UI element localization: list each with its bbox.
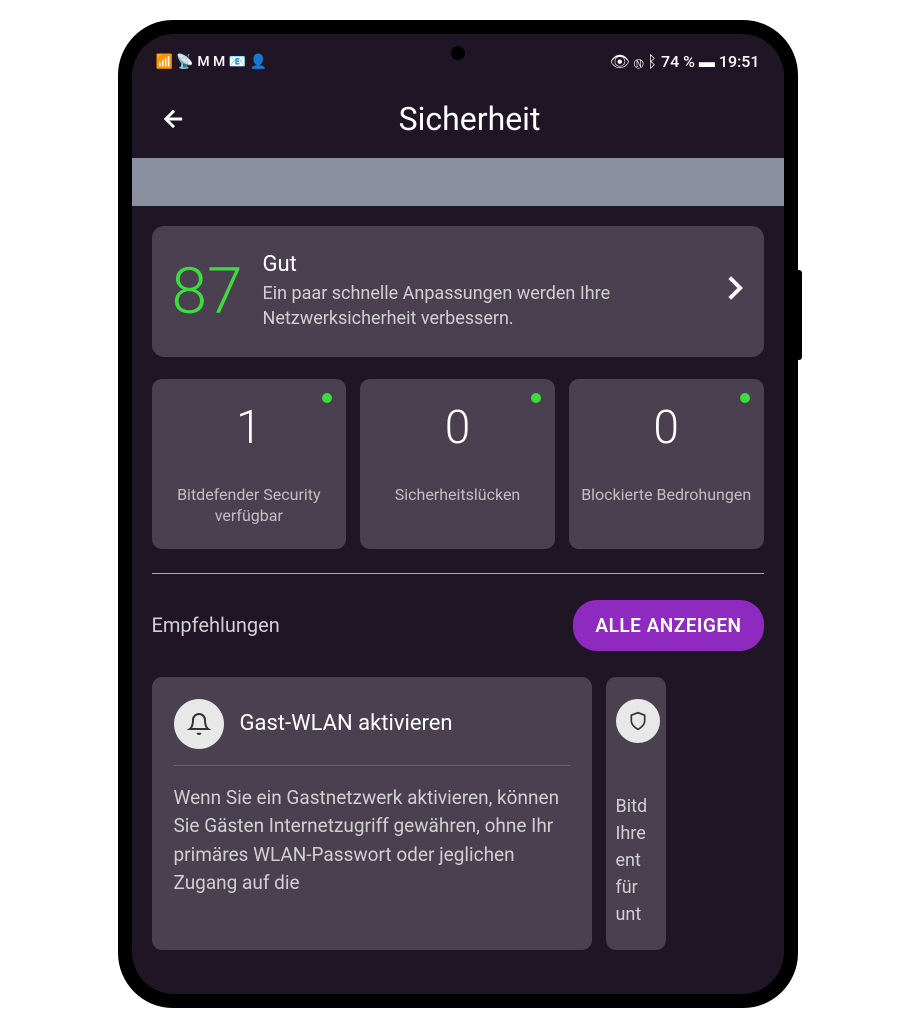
recommendation-body: Wenn Sie ein Gastnetzwerk aktivieren, kö… xyxy=(174,784,570,898)
stat-label: Sicherheitslücken xyxy=(372,485,543,506)
page-title: Sicherheit xyxy=(212,100,728,138)
divider xyxy=(152,573,764,574)
show-all-button[interactable]: ALLE ANZEIGEN xyxy=(573,600,763,651)
stat-card-threats[interactable]: 0 Blockierte Bedrohungen xyxy=(569,379,764,549)
chevron-right-icon xyxy=(726,275,744,308)
signal-icons: 📶 📡 M M 📧 👤 xyxy=(156,54,268,70)
stat-label: Blockierte Bedrohungen xyxy=(581,485,752,506)
stat-value: 0 xyxy=(581,401,752,455)
side-button xyxy=(798,270,802,360)
status-left: 📶 📡 M M 📧 👤 xyxy=(156,54,268,70)
recommendations-title: Empfehlungen xyxy=(152,613,280,637)
phone-screen: 📶 📡 M M 📧 👤 👁 Ⓝ ᛒ 74 % ▬ 19:51 Sicherhei… xyxy=(132,34,784,994)
stat-value: 1 xyxy=(164,401,335,455)
recommendation-cards[interactable]: Gast-WLAN aktivieren Wenn Sie ein Gastne… xyxy=(152,677,764,950)
back-button[interactable] xyxy=(160,105,188,133)
stats-row: 1 Bitdefender Security verfügbar 0 Siche… xyxy=(152,379,764,549)
score-label: Gut xyxy=(263,252,706,277)
shield-icon xyxy=(616,699,660,743)
camera-notch xyxy=(451,46,465,60)
recommendation-card-guest-wlan[interactable]: Gast-WLAN aktivieren Wenn Sie ein Gastne… xyxy=(152,677,592,950)
app-header: Sicherheit xyxy=(132,80,784,158)
status-info: 👁 Ⓝ ᛒ 74 % ▬ 19:51 xyxy=(610,52,760,72)
bell-icon xyxy=(174,699,224,749)
arrow-left-icon xyxy=(160,105,188,133)
gray-banner xyxy=(132,158,784,206)
score-description: Ein paar schnelle Anpassungen werden Ihr… xyxy=(263,281,706,331)
score-value: 87 xyxy=(172,260,243,324)
partial-text: Bitd Ihre ent für unt xyxy=(616,793,656,928)
recommendation-card-partial[interactable]: Bitd Ihre ent für unt xyxy=(606,677,666,950)
stat-card-bitdefender[interactable]: 1 Bitdefender Security verfügbar xyxy=(152,379,347,549)
stat-label: Bitdefender Security verfügbar xyxy=(164,485,335,527)
score-card[interactable]: 87 Gut Ein paar schnelle Anpassungen wer… xyxy=(152,226,764,357)
phone-frame: 📶 📡 M M 📧 👤 👁 Ⓝ ᛒ 74 % ▬ 19:51 Sicherhei… xyxy=(118,20,798,1008)
recommendations-header: Empfehlungen ALLE ANZEIGEN xyxy=(152,600,764,651)
score-text: Gut Ein paar schnelle Anpassungen werden… xyxy=(263,252,706,331)
stat-value: 0 xyxy=(372,401,543,455)
recommendation-title: Gast-WLAN aktivieren xyxy=(240,711,453,736)
recommendation-card-header: Gast-WLAN aktivieren xyxy=(174,699,570,766)
stat-card-vulnerabilities[interactable]: 0 Sicherheitslücken xyxy=(360,379,555,549)
status-dot-icon xyxy=(740,393,750,403)
status-right: 👁 Ⓝ ᛒ 74 % ▬ 19:51 xyxy=(610,52,760,72)
content-area: 87 Gut Ein paar schnelle Anpassungen wer… xyxy=(132,226,784,950)
